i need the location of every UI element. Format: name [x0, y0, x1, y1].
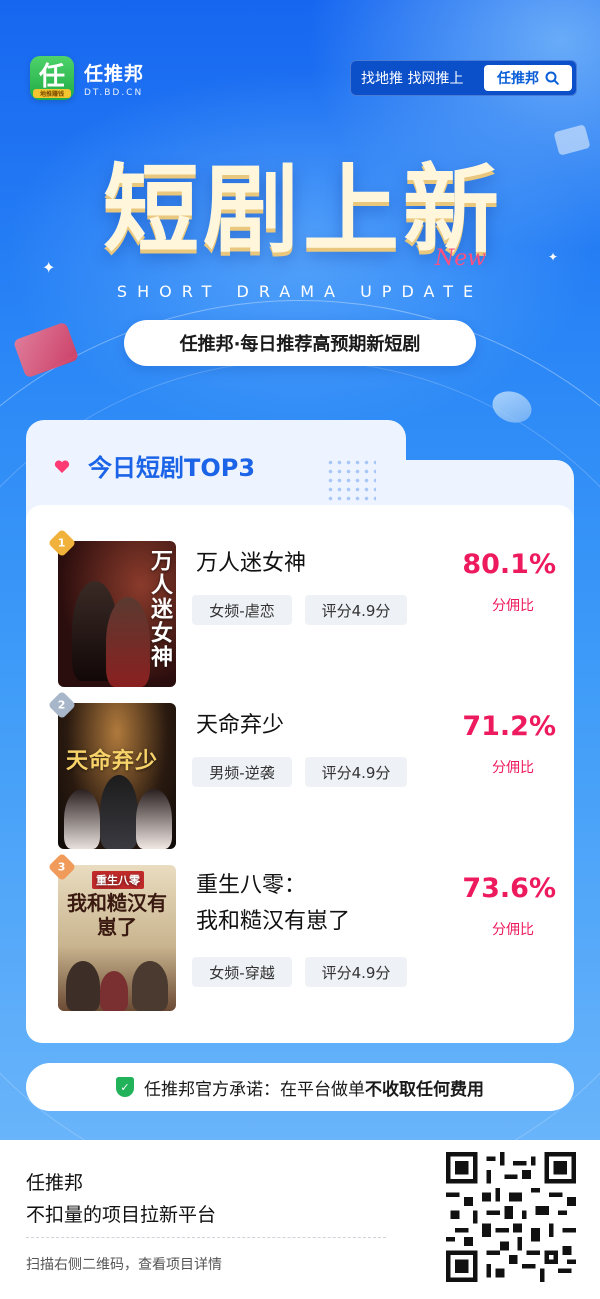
brand-url: DT.BD.CN	[84, 87, 144, 98]
poster-subtitle: 重生八零	[92, 871, 144, 889]
heart-icon	[54, 460, 70, 474]
drama-title: 天命弃少	[196, 713, 285, 738]
drama-title: 万人迷女神	[196, 551, 307, 576]
sparkle-icon: ✦	[42, 258, 56, 277]
sparkle-icon: ✦	[548, 250, 559, 264]
title-script-new: New	[435, 246, 487, 271]
drama-poster[interactable]: 天命弃少	[58, 703, 176, 849]
footer-desc: 不扣量的项目拉新平台	[26, 1204, 217, 1226]
paper-decor	[553, 124, 591, 156]
drama-item[interactable]: 1 万人迷女神 万人迷女神 女频-虐恋 评分4.9分 80.1% 分佣比	[26, 528, 574, 687]
brand-logo[interactable]: 任 地推赚钱 任推邦 DT.BD.CN	[30, 56, 144, 100]
footer-brand: 任推邦	[26, 1172, 84, 1194]
score-tag: 评分4.9分	[305, 595, 407, 625]
footer: 任推邦 不扣量的项目拉新平台 扫描右侧二维码，查看项目详情	[0, 1140, 600, 1299]
drama-title-line2: 我和糙汉有崽了	[196, 909, 351, 934]
drama-list-card: 1 万人迷女神 万人迷女神 女频-虐恋 评分4.9分 80.1% 分佣比 2 天…	[26, 505, 574, 1043]
commission-percent: 73.6%	[462, 873, 556, 904]
drama-title: 重生八零：	[196, 873, 307, 898]
brand-name: 任推邦	[84, 62, 145, 85]
shield-check-icon: ✓	[116, 1077, 134, 1097]
search-button[interactable]: 任推邦	[484, 65, 572, 91]
drama-item[interactable]: 2 天命弃少 天命弃少 男频-逆袭 评分4.9分 71.2% 分佣比	[26, 690, 574, 849]
search-bar[interactable]: 找地推 找网推上 任推邦	[350, 60, 577, 96]
drama-poster[interactable]: 万人迷女神	[58, 541, 176, 687]
footer-hint: 扫描右侧二维码，查看项目详情	[26, 1257, 222, 1273]
promise-bold: 不收取任何费用	[365, 1079, 484, 1100]
poster-title: 我和糙汉有崽了	[67, 891, 167, 939]
search-button-label: 任推邦	[497, 71, 539, 87]
drama-poster[interactable]: 重生八零 我和糙汉有崽了	[58, 865, 176, 1011]
logo-badge-icon: 任 地推赚钱	[30, 56, 74, 100]
search-input[interactable]: 找地推 找网推上	[361, 68, 463, 88]
poster-title: 万人迷女神	[147, 549, 173, 669]
commission-percent: 80.1%	[462, 549, 556, 580]
logo-badge-sub: 地推赚钱	[33, 89, 71, 98]
hero-banner: 任 地推赚钱 任推邦 DT.BD.CN 找地推 找网推上 任推邦 ✦ ✦ 短剧上…	[0, 0, 600, 1140]
dots-decor	[326, 458, 376, 502]
score-tag: 评分4.9分	[305, 957, 407, 987]
commission-percent: 71.2%	[462, 711, 556, 742]
commission-label: 分佣比	[492, 760, 534, 776]
qr-code-icon[interactable]	[446, 1152, 576, 1282]
genre-tag: 男频-逆袭	[192, 757, 292, 787]
genre-tag: 女频-穿越	[192, 957, 292, 987]
score-tag: 评分4.9分	[305, 757, 407, 787]
slogan-pill: 任推邦·每日推荐高预期新短剧	[124, 320, 476, 366]
drama-item[interactable]: 3 重生八零 我和糙汉有崽了 重生八零： 我和糙汉有崽了 女频-穿越 评分4.9…	[26, 852, 574, 1017]
card-heading: 今日短剧TOP3	[88, 454, 256, 482]
poster-title: 天命弃少	[66, 748, 159, 774]
genre-tag: 女频-虐恋	[192, 595, 292, 625]
page-subtitle: SHORT DRAMA UPDATE	[116, 282, 484, 301]
official-promise-bar: ✓ 任推邦官方承诺：在平台做单 不收取任何费用	[26, 1063, 574, 1111]
promise-text: 任推邦官方承诺：在平台做单	[144, 1079, 365, 1100]
commission-label: 分佣比	[492, 922, 534, 938]
search-icon	[545, 71, 559, 85]
commission-label: 分佣比	[492, 598, 534, 614]
divider	[26, 1237, 386, 1238]
